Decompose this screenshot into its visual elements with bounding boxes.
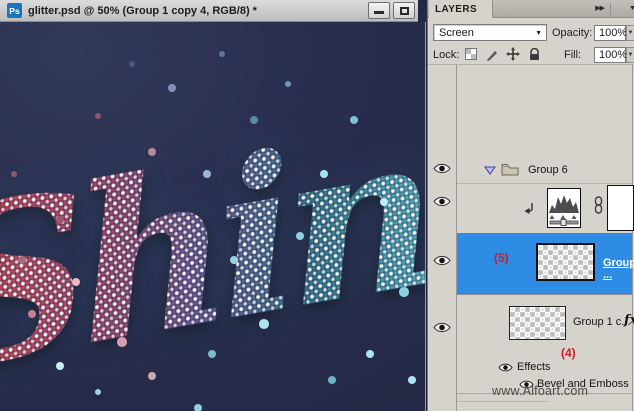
layer-row-group6[interactable]: Group 6 bbox=[457, 156, 632, 184]
opacity-spinner-icon[interactable]: ▼ bbox=[626, 25, 634, 41]
blend-mode-value: Screen bbox=[439, 26, 474, 39]
document-titlebar[interactable]: Ps glitter.psd @ 50% (Group 1 copy 4, RG… bbox=[0, 0, 427, 22]
layer-name[interactable]: Group 6 bbox=[528, 164, 568, 176]
fill-spinner-icon[interactable]: ▼ bbox=[626, 47, 634, 63]
chevron-down-icon: ▼ bbox=[535, 30, 542, 37]
fill-input[interactable]: 100% bbox=[594, 47, 627, 63]
layer-thumbnail[interactable] bbox=[536, 243, 595, 281]
thumbnail-glitter-preview bbox=[538, 245, 593, 279]
tutorial-annotation-4: (4) bbox=[561, 346, 576, 360]
levels-adjustment-thumbnail[interactable] bbox=[547, 188, 581, 228]
layers-list: Group 6 (5) Group ... Group 1 c... f (4)… bbox=[428, 65, 634, 411]
layer-row-adjustment[interactable] bbox=[457, 184, 634, 234]
layer-name[interactable]: Group 1 c... bbox=[573, 316, 630, 328]
effects-row[interactable]: Effects bbox=[457, 359, 632, 376]
minimize-button[interactable] bbox=[368, 2, 390, 19]
layer-mask-thumbnail[interactable] bbox=[607, 185, 634, 231]
panel-tabstrip: LAYERS ▶▶ ▼ bbox=[428, 0, 634, 18]
maximize-icon bbox=[400, 7, 409, 15]
effects-label: Effects bbox=[517, 361, 551, 373]
document-canvas[interactable]: Shin bbox=[0, 22, 426, 411]
expand-triangle-icon[interactable] bbox=[484, 166, 496, 178]
titlebar-gap bbox=[418, 0, 427, 22]
photoshop-app-icon: Ps bbox=[7, 3, 22, 18]
photoshop-screen: Ps glitter.psd @ 50% (Group 1 copy 4, RG… bbox=[0, 0, 634, 411]
visibility-eye-icon[interactable] bbox=[433, 254, 451, 267]
divider bbox=[457, 401, 549, 402]
maximize-button[interactable] bbox=[393, 2, 415, 19]
watermark-text: www.Alfoart.com bbox=[492, 384, 589, 398]
layer-row-group1-copy[interactable]: Group 1 c... fx ▲ bbox=[457, 298, 634, 351]
layer-name[interactable]: Group ... bbox=[603, 257, 634, 281]
layers-tab-label: LAYERS bbox=[435, 3, 478, 15]
lock-transparency-icon[interactable] bbox=[464, 47, 478, 61]
group-folder-icon bbox=[501, 163, 519, 179]
opacity-input[interactable]: 100% bbox=[594, 25, 627, 41]
lock-paint-brush-icon[interactable] bbox=[485, 47, 499, 61]
tab-layers[interactable]: LAYERS bbox=[429, 0, 493, 18]
collapse-panel-icon[interactable]: ▶▶ bbox=[595, 3, 611, 15]
thumbnail-glitter-preview bbox=[510, 307, 565, 339]
visibility-eye-icon[interactable] bbox=[433, 321, 451, 334]
opacity-label: Opacity: bbox=[552, 27, 593, 39]
lock-label: Lock: bbox=[433, 49, 460, 61]
layers-panel: LAYERS ▶▶ ▼ Screen ▼ Opacity: 100% ▼ Loc… bbox=[427, 0, 634, 411]
document-title: glitter.psd @ 50% (Group 1 copy 4, RGB/8… bbox=[28, 4, 257, 17]
lock-all-icon[interactable] bbox=[527, 47, 541, 61]
panel-menu-icon[interactable]: ▼ bbox=[629, 5, 634, 12]
glitter-artwork-text: Shin bbox=[0, 22, 425, 411]
lock-move-icon[interactable] bbox=[506, 47, 520, 61]
visibility-eye-icon[interactable] bbox=[433, 162, 451, 175]
layer-row-selected[interactable]: (5) Group ... bbox=[457, 233, 634, 295]
panel-right-edge bbox=[632, 65, 633, 411]
fill-label: Fill: bbox=[564, 49, 582, 61]
clipping-mask-arrow-icon bbox=[523, 202, 536, 218]
mask-link-icon[interactable] bbox=[594, 196, 603, 217]
visibility-eye-icon[interactable] bbox=[433, 195, 451, 208]
layer-effects-fx-icon[interactable]: fx bbox=[624, 313, 634, 328]
minimize-icon bbox=[374, 11, 384, 14]
layer-thumbnail[interactable] bbox=[509, 306, 566, 340]
layers-panel-controls: Screen ▼ Opacity: 100% ▼ Lock: Fill: 100… bbox=[428, 18, 634, 65]
visibility-eye-icon[interactable] bbox=[498, 362, 513, 373]
glitter-sparkles bbox=[0, 22, 4, 26]
tutorial-annotation-5: (5) bbox=[494, 251, 509, 265]
blend-mode-select[interactable]: Screen ▼ bbox=[433, 24, 547, 41]
